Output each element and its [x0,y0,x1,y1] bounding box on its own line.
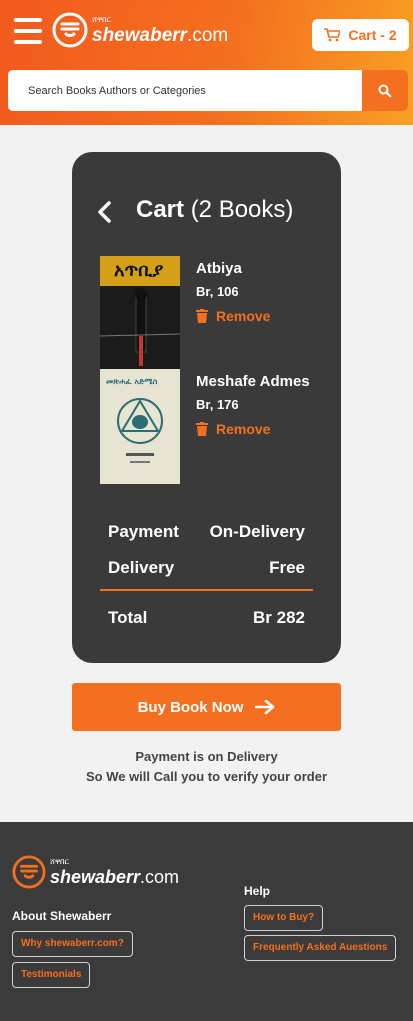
payment-values: On-Delivery Free [202,514,305,586]
total-value: Br 282 [253,608,305,627]
summary-divider [100,589,313,591]
footer-logo-suffix: .com [140,866,180,887]
cart-title: Cart (2 Books) [136,196,293,224]
logo-amharic: ሸዋበር [92,14,111,24]
footer-about-heading: About Shewaberr [12,909,112,923]
footer-logo[interactable]: ሸዋበር shewaberr.com [12,855,179,889]
payment-note: Payment is on Delivery [135,749,278,764]
header: ሸዋበር shewaberr.com Cart - 2 [0,0,413,125]
footer-logo-brand: shewaberr [50,866,141,887]
hamburger-menu-icon[interactable] [14,18,42,46]
footer-help-heading: Help [244,884,271,898]
item-title[interactable]: Meshafe Admes [196,373,310,390]
book-cover-text: መጽሐፈ አድሜስ [106,377,158,386]
cart-button-label: Cart - 2 [348,27,397,43]
footer-logo-amharic: ሸዋበር [50,856,69,866]
trash-icon [196,422,208,436]
payment-value: On-Delivery [209,522,305,541]
logo-suffix: .com [187,24,229,46]
shewaberr-logo-icon [52,12,88,48]
remove-label: Remove [216,421,271,437]
item-title[interactable]: Atbiya [196,260,270,277]
footer-link-why[interactable]: Why shewaberr.com? [12,931,133,957]
buy-book-now-button[interactable]: Buy Book Now [72,683,341,731]
remove-button[interactable]: Remove [196,421,310,437]
footer-link-testimonials[interactable]: Testimonials [12,962,91,988]
cart-title-word: Cart [136,196,185,223]
footer-link-faq[interactable]: Frequently Asked Auestions [244,935,397,961]
chevron-left-icon[interactable] [96,200,112,224]
search-button[interactable] [362,70,408,111]
cart-summary-card: Cart (2 Books) አጥቢያ Atbiya Br, 106 Remov… [72,152,341,663]
cart-icon [324,28,341,42]
item-price: Br, 176 [196,397,239,412]
book-cover-text: አጥቢያ [114,260,164,281]
remove-button[interactable]: Remove [196,308,270,324]
footer-link-how-to-buy[interactable]: How to Buy? [244,905,324,931]
book-cover-image[interactable]: አጥቢያ [100,256,180,371]
verify-note: So We will Call you to verify your order [85,769,328,784]
shewaberr-logo-icon [12,855,46,889]
buy-button-label: Buy Book Now [137,698,244,716]
search-input[interactable] [8,70,362,111]
trash-icon [196,309,208,323]
search-box [8,70,408,111]
search-icon [378,84,392,98]
delivery-value: Free [269,558,305,577]
logo-brand: shewaberr [92,24,188,46]
book-cover-image[interactable]: መጽሐፈ አድሜስ [100,369,180,484]
logo[interactable]: ሸዋበር shewaberr.com [52,12,228,48]
item-price: Br, 106 [196,284,239,299]
footer: ሸዋበር shewaberr.com About Shewaberr Why s… [0,822,413,1021]
total-row: Total Br 282 [108,608,305,628]
total-label: Total [108,608,148,627]
cart-button[interactable]: Cart - 2 [312,19,409,51]
remove-label: Remove [216,308,271,324]
cart-title-count: (2 Books) [190,196,294,223]
arrow-right-icon [255,700,275,714]
